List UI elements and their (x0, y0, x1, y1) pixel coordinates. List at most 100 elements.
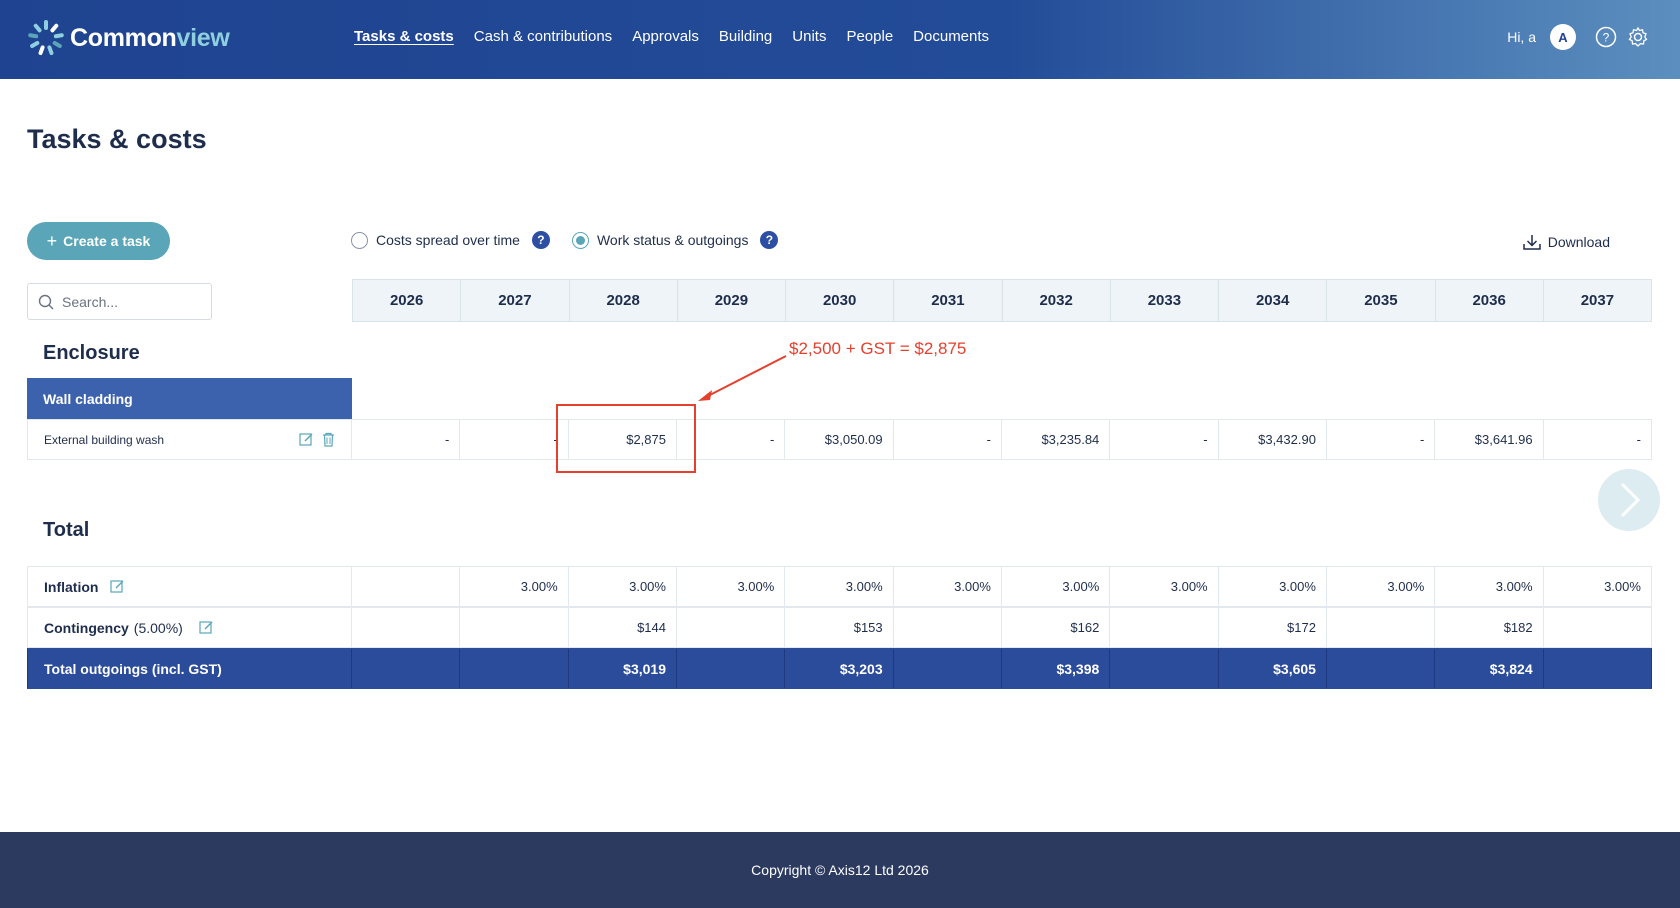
contingency-year-cell: $182 (1435, 608, 1544, 647)
search-icon (38, 294, 54, 309)
radio-costs-spread[interactable] (351, 231, 368, 249)
total-year-cell (1110, 649, 1219, 688)
total-year-cell (894, 649, 1002, 688)
year-column-header: 2029 (678, 280, 786, 321)
contingency-year-cell (352, 608, 461, 647)
contingency-label-cell: Contingency (5.00%) (27, 608, 352, 647)
total-outgoings-values: $3,019 $3,203 $3,398 $3,605 $3,824 (352, 649, 1652, 688)
year-column-header: 2026 (353, 280, 462, 321)
inflation-year-cell: 3.00% (677, 567, 786, 606)
radio-work-status-label[interactable]: Work status & outgoings (597, 232, 748, 248)
chevron-right-icon (1620, 482, 1641, 518)
inflation-year-cell (352, 567, 461, 606)
category-wall-cladding[interactable]: Wall cladding (27, 378, 352, 419)
edit-inflation-icon[interactable] (110, 579, 125, 594)
contingency-year-cell (894, 608, 1002, 647)
delete-trash-icon[interactable] (322, 432, 335, 447)
task-year-cell[interactable]: $3,641.96 (1435, 420, 1544, 459)
download-label: Download (1547, 234, 1610, 250)
task-year-cell[interactable]: - (894, 420, 1002, 459)
contingency-rate: (5.00%) (133, 619, 183, 636)
year-column-header: 2030 (786, 280, 895, 321)
brand-name: Commonview (70, 23, 230, 52)
plus-icon: + (46, 230, 58, 251)
download-button[interactable]: Download (1522, 233, 1610, 251)
inflation-year-cell: 3.00% (894, 567, 1002, 606)
svg-text:?: ? (1603, 31, 1610, 45)
nav-cash-contributions[interactable]: Cash & contributions (474, 28, 612, 45)
task-year-cell[interactable]: - (1544, 420, 1652, 459)
main-nav: Tasks & costs Cash & contributions Appro… (354, 28, 1009, 45)
radio-costs-spread-label[interactable]: Costs spread over time (376, 232, 520, 248)
page-footer: Copyright © Axis12 Ltd 2026 (0, 832, 1680, 908)
year-column-header: 2028 (570, 280, 678, 321)
inflation-label-cell: Inflation (27, 567, 352, 606)
inflation-year-cell: 3.00% (1002, 567, 1111, 606)
user-avatar[interactable]: A (1550, 24, 1576, 50)
download-icon (1522, 235, 1541, 250)
help-icon[interactable]: ? (1594, 25, 1618, 49)
total-outgoings-label: Total outgoings (incl. GST) (27, 649, 352, 688)
task-year-cell[interactable]: $3,050.09 (785, 420, 894, 459)
section-title-total: Total (43, 519, 90, 541)
commonview-logo-icon (28, 20, 64, 56)
year-header: 2026 2027 2028 2029 2030 2031 2032 2033 … (352, 279, 1652, 322)
nav-tasks-costs[interactable]: Tasks & costs (354, 28, 454, 45)
task-year-cell[interactable]: - (460, 420, 569, 459)
settings-gear-icon[interactable] (1626, 25, 1650, 49)
contingency-year-cell: $153 (785, 608, 894, 647)
contingency-year-cell: $144 (569, 608, 677, 647)
costs-spread-help-icon[interactable]: ? (531, 231, 550, 249)
total-year-cell (677, 649, 786, 688)
create-task-label: Create a task (63, 233, 151, 249)
task-year-cell[interactable]: - (1110, 420, 1219, 459)
work-status-help-icon[interactable]: ? (760, 231, 779, 249)
annotation-highlight-box (556, 404, 696, 473)
inflation-year-cell: 3.00% (1435, 567, 1544, 606)
year-column-header: 2027 (461, 280, 570, 321)
year-column-header: 2037 (1580, 292, 1615, 309)
total-year-cell: $3,203 (785, 649, 894, 688)
total-outgoings-row: Total outgoings (incl. GST) $3,019 $3,20… (27, 648, 1652, 689)
nav-people[interactable]: People (846, 28, 893, 45)
task-year-cell[interactable]: - (352, 420, 461, 459)
task-values: - - $2,875 - $3,050.09 - $3,235.84 - $3,… (352, 420, 1652, 459)
user-area: Hi, a A ? (1507, 24, 1650, 50)
brand-logo[interactable]: Commonview (26, 18, 230, 58)
task-year-cell[interactable]: $3,432.90 (1219, 420, 1327, 459)
scroll-next-button[interactable] (1598, 469, 1660, 531)
search-input[interactable] (62, 293, 202, 310)
task-year-cell[interactable]: $3,235.84 (1002, 420, 1111, 459)
inflation-year-cell: 3.00% (569, 567, 677, 606)
total-year-cell: $3,019 (569, 649, 677, 688)
edit-contingency-icon[interactable] (199, 620, 214, 635)
contingency-year-cell (1110, 608, 1219, 647)
top-navigation-bar: Commonview Tasks & costs Cash & contribu… (0, 0, 1680, 79)
inflation-label: Inflation (44, 578, 99, 595)
contingency-year-cell (677, 608, 786, 647)
radio-work-status[interactable] (571, 231, 589, 249)
create-task-button[interactable]: + Create a task (27, 222, 170, 260)
contingency-year-cell: $162 (1002, 608, 1111, 647)
inflation-values: 3.00% 3.00% 3.00% 3.00% 3.00% 3.00% 3.00… (352, 567, 1652, 606)
nav-documents[interactable]: Documents (913, 28, 989, 45)
nav-building[interactable]: Building (719, 28, 772, 45)
total-year-cell (1544, 649, 1652, 688)
task-row[interactable]: External building wash - - $2,875 - $3,0… (27, 419, 1652, 460)
annotation-text: $2,500 + GST = $2,875 (789, 339, 967, 358)
task-label-cell: External building wash (27, 420, 352, 459)
total-year-cell: $3,824 (1435, 649, 1544, 688)
edit-icon[interactable] (299, 432, 314, 447)
copyright-text: Copyright © Axis12 Ltd 2026 (751, 862, 929, 878)
total-year-cell (460, 649, 569, 688)
contingency-label: Contingency (44, 619, 129, 636)
section-title-enclosure: Enclosure (43, 342, 140, 364)
contingency-year-cell (1327, 608, 1436, 647)
nav-units[interactable]: Units (792, 28, 826, 45)
inflation-row: Inflation 3.00% 3.00% 3.00% 3.00% 3.00% … (27, 566, 1652, 607)
nav-approvals[interactable]: Approvals (632, 28, 699, 45)
total-year-cell: $3,605 (1219, 649, 1327, 688)
page-title: Tasks & costs (27, 124, 207, 154)
total-year-cell (352, 649, 461, 688)
task-year-cell[interactable]: - (1327, 420, 1436, 459)
